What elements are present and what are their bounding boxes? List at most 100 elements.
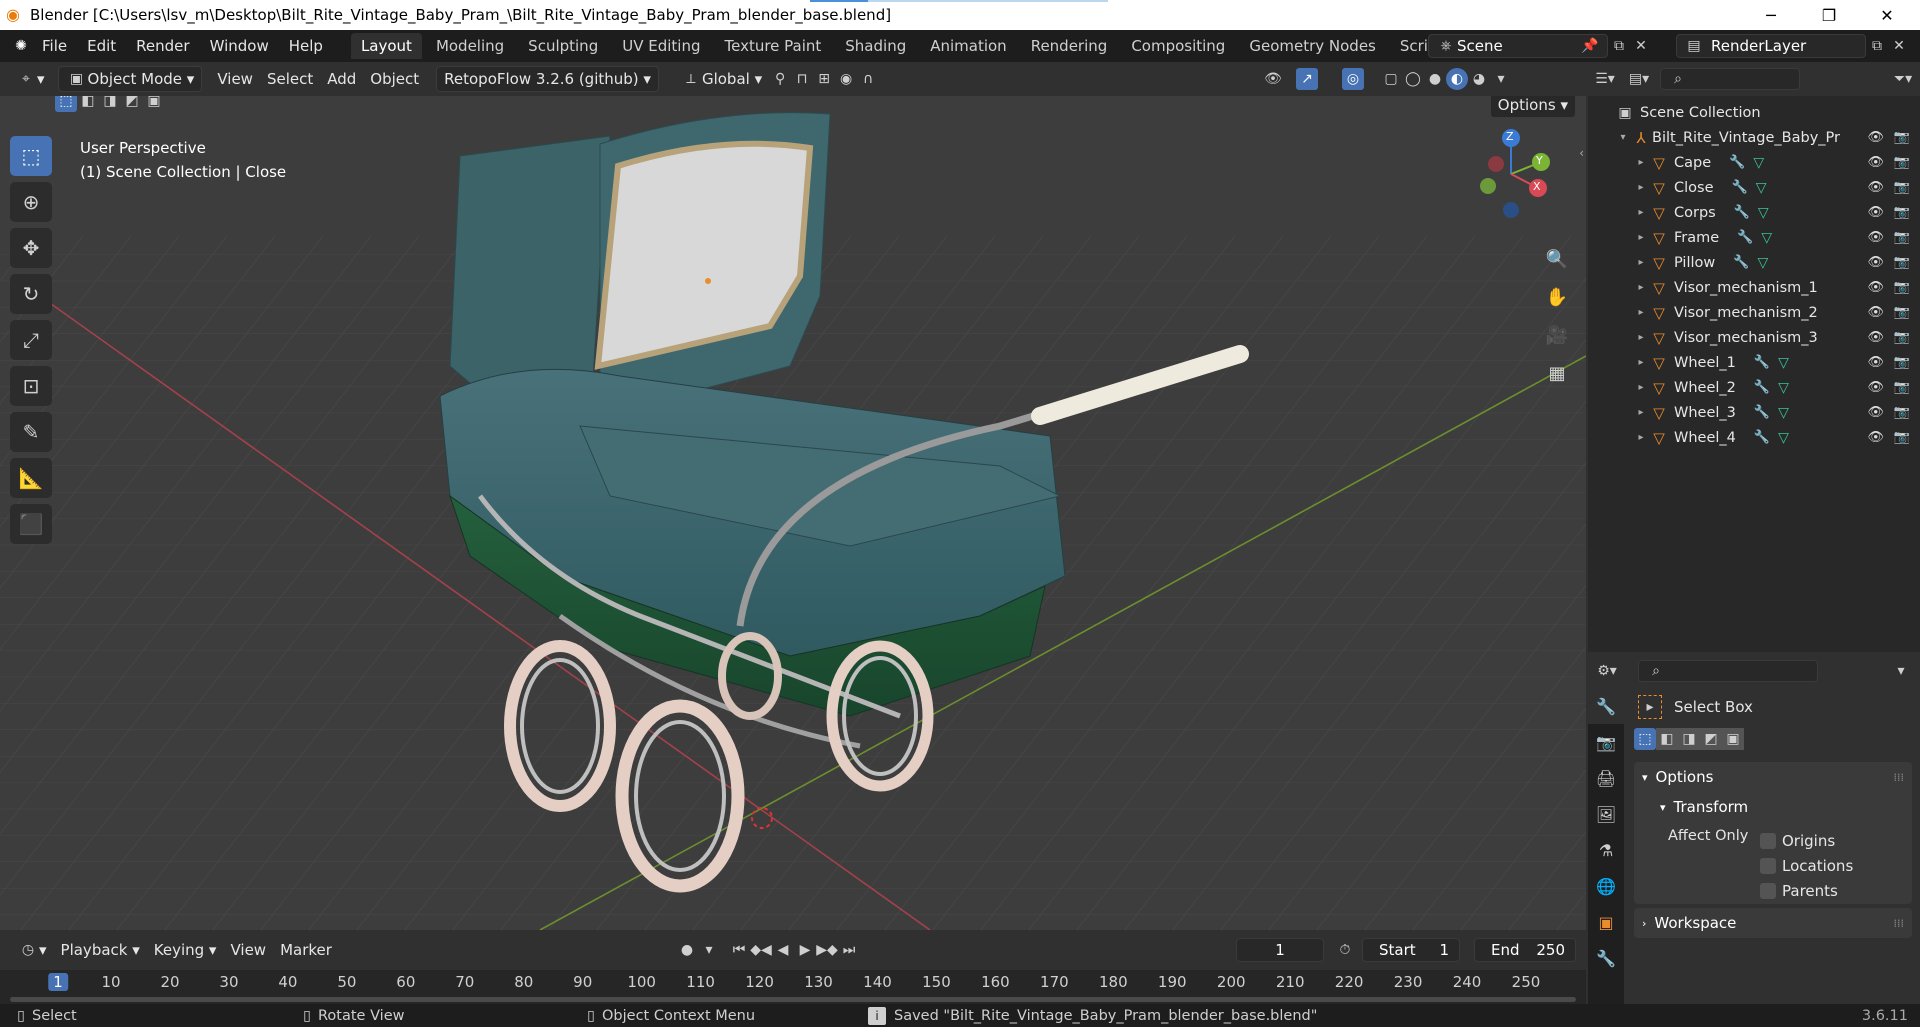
render-camera-icon[interactable]: 📷	[1894, 405, 1910, 420]
checkbox-box[interactable]	[1760, 832, 1776, 849]
visibility-eye-icon[interactable]: 👁	[1867, 255, 1884, 270]
rendered-shading-icon[interactable]: ◕	[1468, 68, 1490, 90]
maximize-icon[interactable]: ❐	[1806, 0, 1852, 30]
tab-shading[interactable]: Shading	[835, 33, 916, 59]
new-scene-icon[interactable]: ⧉	[1608, 35, 1630, 57]
timeline-menu-keying[interactable]: Keying ▾	[147, 937, 224, 963]
vertex-groups-icon[interactable]: ▽	[1757, 255, 1768, 271]
select-box-tool[interactable]: ⬚	[10, 136, 52, 176]
properties-editor-type-icon[interactable]: ⚙▾	[1596, 660, 1618, 682]
editor-type-button[interactable]: ⌖ ▾	[8, 66, 52, 92]
checkbox-box[interactable]	[1760, 882, 1776, 899]
visibility-eye-icon[interactable]: 👁	[1867, 130, 1884, 145]
viewport-menu-add[interactable]: Add	[320, 66, 363, 92]
render-camera-icon[interactable]: 📷	[1894, 305, 1910, 320]
expand-icon[interactable]: ▸	[1634, 382, 1648, 393]
remove-scene-icon[interactable]: ✕	[1630, 35, 1652, 57]
affect-parents-checkbox[interactable]: Parents	[1760, 878, 1853, 903]
cursor-tool[interactable]: ⊕	[10, 182, 52, 222]
timeline-menu-playback[interactable]: Playback ▾	[54, 937, 147, 963]
select-extend-icon[interactable]: ◧	[1656, 728, 1678, 750]
ortho-toggle-icon[interactable]: ▦	[1540, 356, 1574, 390]
select-extend-icon[interactable]: ◧	[77, 96, 99, 112]
timeline-menu-view[interactable]: View	[223, 937, 273, 963]
visibility-eye-icon[interactable]: 👁	[1867, 205, 1884, 220]
properties-options-icon[interactable]: ▾	[1890, 660, 1912, 682]
properties-search-input[interactable]: ⌕	[1638, 660, 1818, 682]
3d-viewport[interactable]: ⬚ ⊕ ✥ ↻ ⤢ ⊡ ✎ 📐 ⬛ ⬚ ◧ ◨ ◩ ▣ User Perspec…	[0, 96, 1586, 930]
menu-file[interactable]: File	[32, 30, 77, 62]
new-view-layer-icon[interactable]: ⧉	[1866, 35, 1888, 57]
proportional-edit-icon[interactable]: ◉	[835, 68, 857, 90]
timeline-menu-marker[interactable]: Marker	[273, 937, 339, 963]
navigation-gizmo[interactable]: Z Y X	[1466, 126, 1556, 226]
render-camera-icon[interactable]: 📷	[1894, 330, 1910, 345]
outliner-object-row[interactable]: ▸ ▽ Visor_mechanism_3 👁 📷	[1588, 325, 1920, 350]
overlay-toggle-icon[interactable]: ◎	[1342, 68, 1364, 90]
expand-icon[interactable]: ▸	[1634, 307, 1648, 318]
vertex-groups-icon[interactable]: ▽	[1778, 380, 1789, 396]
tab-layout[interactable]: Layout	[350, 33, 422, 59]
vertex-groups-icon[interactable]: ▽	[1761, 230, 1772, 246]
expand-icon[interactable]: ▸	[1634, 282, 1648, 293]
render-camera-icon[interactable]: 📷	[1894, 355, 1910, 370]
menu-render[interactable]: Render	[126, 30, 199, 62]
workspace-panel-header[interactable]: › Workspace ⁞⁞⁞	[1634, 908, 1912, 938]
select-intersect-icon[interactable]: ▣	[143, 96, 165, 112]
tool-tab-icon[interactable]: 🔧	[1588, 688, 1624, 724]
vertex-groups-icon[interactable]: ▽	[1756, 180, 1767, 196]
tab-animation[interactable]: Animation	[920, 33, 1016, 59]
scene-tab-icon[interactable]: ⚗	[1588, 832, 1624, 868]
vertex-groups-icon[interactable]: ▽	[1753, 155, 1764, 171]
modifier-wrench-icon[interactable]: 🔧	[1754, 355, 1770, 370]
outliner-object-row[interactable]: ▸ ▽ Frame 🔧 ▽ 👁 📷	[1588, 225, 1920, 250]
select-invert-icon[interactable]: ◩	[121, 96, 143, 112]
zoom-icon[interactable]: 🔍	[1540, 242, 1574, 276]
select-subtract-icon[interactable]: ◨	[1678, 728, 1700, 750]
visibility-eye-icon[interactable]: 👁	[1867, 355, 1884, 370]
outliner-object-row[interactable]: ▸ ▽ Visor_mechanism_1 👁 📷	[1588, 275, 1920, 300]
render-camera-icon[interactable]: 📷	[1894, 280, 1910, 295]
render-camera-icon[interactable]: 📷	[1894, 380, 1910, 395]
object-tab-icon[interactable]: ▣	[1588, 904, 1624, 940]
select-subtract-icon[interactable]: ◨	[99, 96, 121, 112]
prev-keyframe-icon[interactable]: ◆◀	[750, 939, 772, 961]
menu-help[interactable]: Help	[279, 30, 333, 62]
remove-view-layer-icon[interactable]: ✕	[1888, 35, 1910, 57]
snap-icon[interactable]: ⊓	[791, 68, 813, 90]
expand-icon[interactable]: ▸	[1634, 257, 1648, 268]
shading-options-icon[interactable]: ▾	[1490, 68, 1512, 90]
pin-icon[interactable]: 📌	[1579, 35, 1601, 57]
outliner-object-row[interactable]: ▸ ▽ Cape 🔧 ▽ 👁 📷	[1588, 150, 1920, 175]
tab-rendering[interactable]: Rendering	[1021, 33, 1118, 59]
tab-geometry-nodes[interactable]: Geometry Nodes	[1239, 33, 1386, 59]
select-invert-icon[interactable]: ◩	[1700, 728, 1722, 750]
select-new-icon[interactable]: ⬚	[55, 96, 77, 112]
expand-icon[interactable]: ▸	[1634, 232, 1648, 243]
scrollbar-thumb[interactable]	[10, 997, 1576, 1002]
vertex-groups-icon[interactable]: ▽	[1778, 430, 1789, 446]
world-tab-icon[interactable]: 🌐	[1588, 868, 1624, 904]
expand-icon[interactable]: ▸	[1634, 157, 1648, 168]
visibility-icon[interactable]: 👁	[1262, 68, 1284, 90]
drag-handle-icon[interactable]: ⁞⁞⁞	[1894, 771, 1905, 784]
add-cube-tool[interactable]: ⬛	[10, 504, 52, 544]
timeline-scrollbar[interactable]	[0, 994, 1586, 1004]
checkbox-box[interactable]	[1760, 857, 1776, 874]
outliner-object-row[interactable]: ▸ ▽ Visor_mechanism_2 👁 📷	[1588, 300, 1920, 325]
gizmo-toggle-icon[interactable]: ↗	[1296, 68, 1318, 90]
render-camera-icon[interactable]: 📷	[1894, 180, 1910, 195]
viewport-menu-select[interactable]: Select	[260, 66, 320, 92]
stopwatch-icon[interactable]: ⏱	[1334, 939, 1356, 961]
current-frame-field[interactable]: 1	[1236, 938, 1324, 962]
expand-icon[interactable]: ▸	[1634, 432, 1648, 443]
visibility-eye-icon[interactable]: 👁	[1867, 155, 1884, 170]
outliner-object-row[interactable]: ▸ ▽ Wheel_3 🔧 ▽ 👁 📷	[1588, 400, 1920, 425]
outliner-object-row[interactable]: ▸ ▽ Corps 🔧 ▽ 👁 📷	[1588, 200, 1920, 225]
menu-window[interactable]: Window	[200, 30, 279, 62]
close-window-icon[interactable]: ✕	[1864, 0, 1910, 30]
options-panel-header[interactable]: ▾ Options ⁞⁞⁞	[1634, 762, 1912, 792]
render-camera-icon[interactable]: 📷	[1894, 155, 1910, 170]
expand-icon[interactable]: ▸	[1634, 332, 1648, 343]
outliner-object-row[interactable]: ▸ ▽ Pillow 🔧 ▽ 👁 📷	[1588, 250, 1920, 275]
